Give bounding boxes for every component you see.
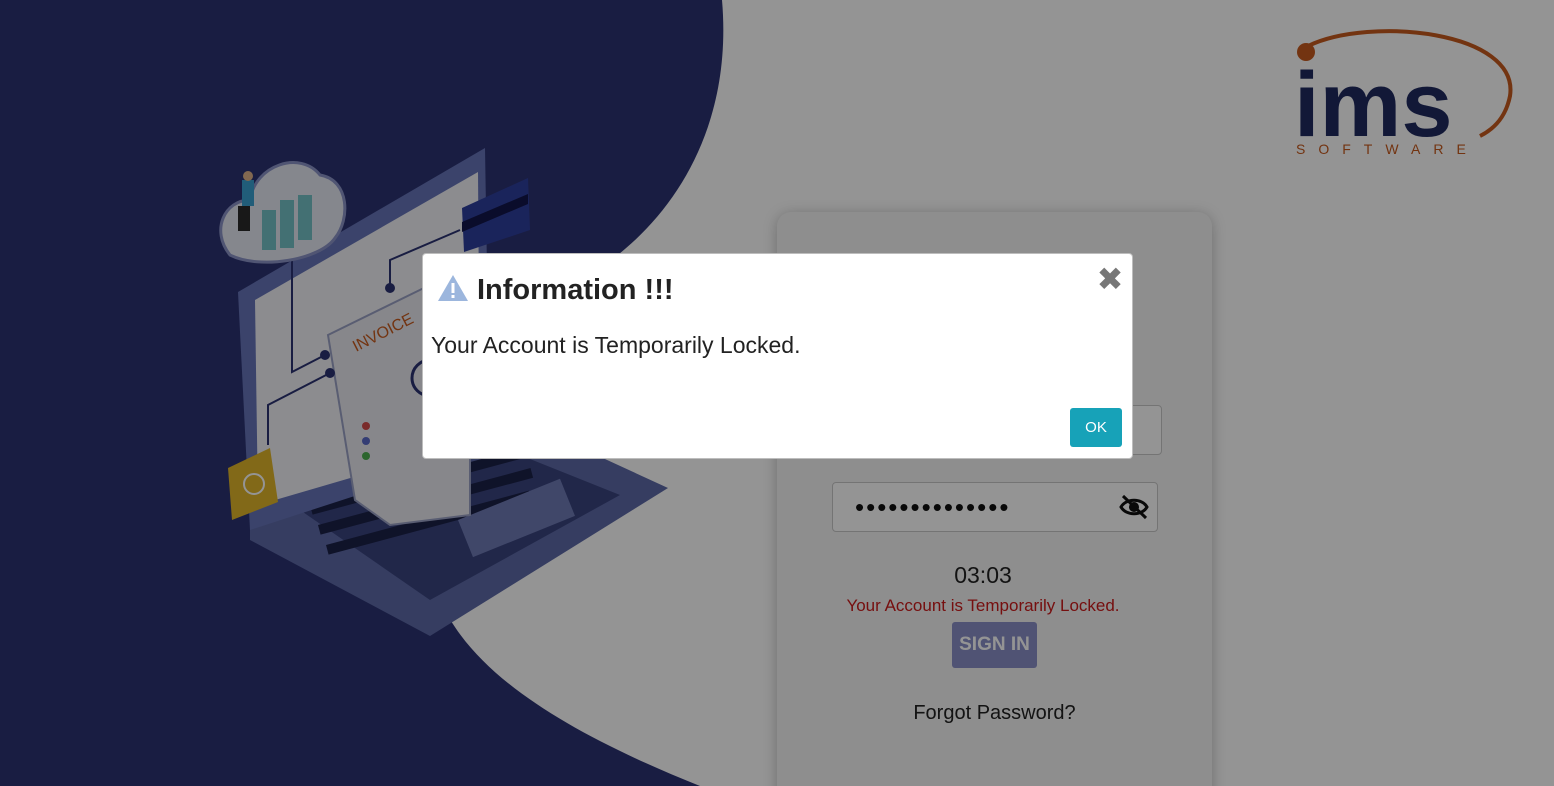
dialog-message: Your Account is Temporarily Locked. bbox=[431, 332, 801, 358]
close-icon[interactable]: ✖ bbox=[1096, 263, 1124, 295]
warning-icon bbox=[437, 274, 469, 307]
dialog-header: Information !!! bbox=[437, 274, 674, 307]
dialog-title: Information !!! bbox=[477, 274, 674, 306]
login-page: INVOICE ims SOFTWARE 03:03 Your Account … bbox=[0, 0, 1554, 786]
ok-button[interactable]: OK bbox=[1070, 408, 1122, 447]
information-dialog: Information !!! ✖ Your Account is Tempor… bbox=[422, 253, 1133, 459]
